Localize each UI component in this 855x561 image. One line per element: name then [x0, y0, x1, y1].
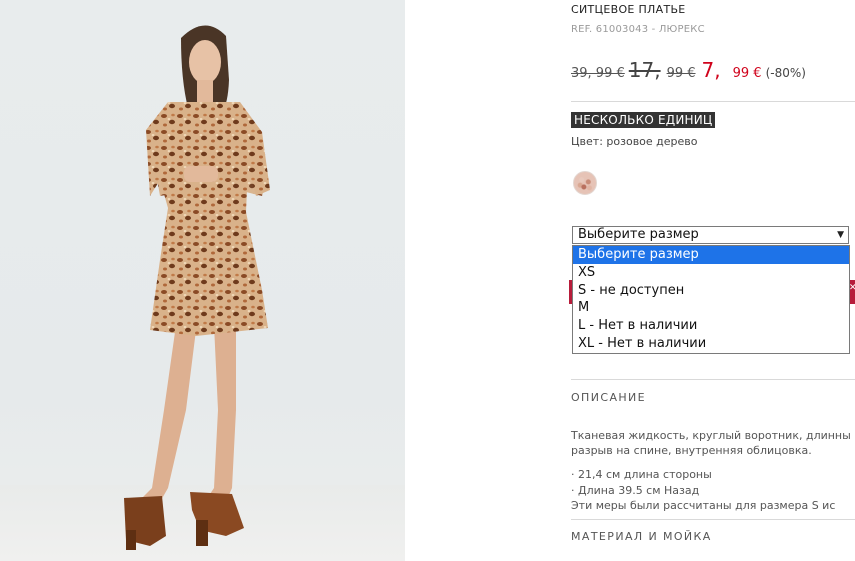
- color-swatch-rose-wood[interactable]: [573, 171, 597, 195]
- previous-price-int: 17,: [628, 58, 661, 82]
- measurement-line: · 21,4 см длина стороны: [571, 468, 712, 481]
- size-dropdown-list: Выберите размер XS S - не доступен M L -…: [572, 245, 850, 354]
- size-select[interactable]: Выберите размер ▼: [572, 226, 849, 244]
- dropdown-arrow-icon: ▼: [837, 230, 844, 240]
- size-option-xs[interactable]: XS: [573, 264, 849, 282]
- stock-badge: НЕСКОЛЬКО ЕДИНИЦ: [571, 112, 716, 128]
- size-option-xl[interactable]: XL - Нет в наличии: [573, 335, 849, 353]
- product-page: СИТЦЕВОЕ ПЛАТЬЕ REF. 61003043 - ЛЮРЕКС 3…: [0, 0, 855, 561]
- original-price: 39, 99 €: [571, 66, 625, 81]
- color-label: Цвет: розовое дерево: [571, 135, 698, 148]
- description-heading[interactable]: ОПИСАНИЕ: [571, 391, 646, 404]
- size-option-m[interactable]: M: [573, 299, 849, 317]
- price-block: 39, 99 € 17, 99 € 7, 99 € (-80%): [571, 58, 806, 88]
- discount-percent: (-80%): [765, 66, 806, 80]
- divider: [571, 379, 855, 380]
- description-line: разрыв на спине, внутренняя облицовка.: [571, 444, 812, 457]
- measurement-line: · Длина 39.5 см Назад: [571, 483, 700, 497]
- measurements: · 21,4 см длина стороны · Длина 39.5 см …: [571, 467, 835, 514]
- size-select-value: Выберите размер: [578, 227, 699, 242]
- description-line: Тканевая жидкость, круглый воротник, дли…: [571, 429, 851, 442]
- material-care-heading[interactable]: МАТЕРИАЛ И МОЙКА: [571, 530, 712, 543]
- model-figure: [124, 25, 270, 550]
- product-ref: REF. 61003043 - ЛЮРЕКС: [571, 24, 705, 35]
- divider: [571, 101, 855, 102]
- product-photo: [0, 0, 405, 561]
- product-title: СИТЦЕВОЕ ПЛАТЬЕ: [571, 3, 686, 16]
- description-text: Тканевая жидкость, круглый воротник, дли…: [571, 428, 855, 458]
- divider: [571, 519, 855, 520]
- sale-price-int: 7,: [701, 58, 721, 82]
- previous-price-cents: 99 €: [666, 66, 696, 81]
- measurement-line: Эти меры были рассчитаны для размера S и…: [571, 499, 836, 512]
- sale-price-cents: 99 €: [732, 66, 762, 81]
- size-option-placeholder[interactable]: Выберите размер: [573, 246, 849, 264]
- size-option-s[interactable]: S - не доступен: [573, 282, 849, 300]
- size-option-l[interactable]: L - Нет в наличии: [573, 317, 849, 335]
